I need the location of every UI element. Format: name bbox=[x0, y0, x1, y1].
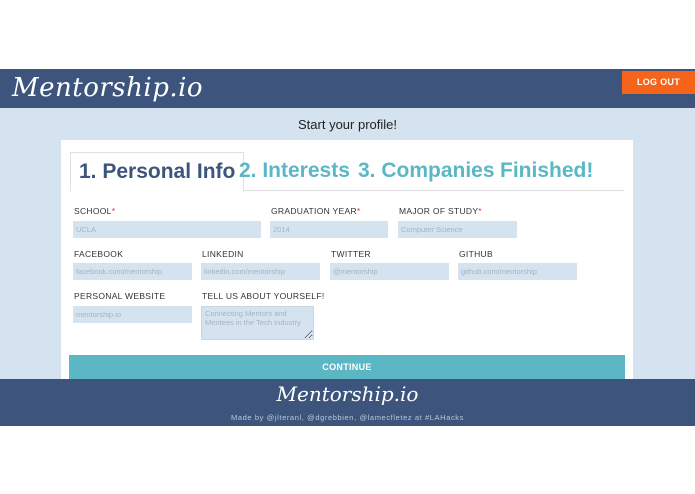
github-input[interactable] bbox=[458, 263, 577, 280]
footer-logo: Mentorship.io bbox=[276, 382, 419, 406]
facebook-input[interactable] bbox=[73, 263, 192, 280]
school-input[interactable] bbox=[73, 221, 261, 238]
major-label: MAJOR OF STUDY* bbox=[399, 206, 482, 216]
required-marker: * bbox=[111, 206, 116, 216]
tab-finished[interactable]: Finished! bbox=[500, 152, 593, 190]
about-textarea[interactable] bbox=[201, 306, 314, 340]
school-label: SCHOOL* bbox=[74, 206, 116, 216]
tab-personal-info[interactable]: 1. Personal Info bbox=[70, 152, 245, 192]
twitter-label: TWITTER bbox=[331, 249, 371, 259]
twitter-input[interactable] bbox=[330, 263, 449, 280]
linkedin-input[interactable] bbox=[201, 263, 320, 280]
about-label: TELL US ABOUT YOURSELF! bbox=[202, 291, 325, 301]
tab-companies[interactable]: 3. Companies bbox=[358, 152, 495, 190]
required-marker: * bbox=[478, 206, 482, 216]
facebook-label: FACEBOOK bbox=[74, 249, 124, 259]
website-label: PERSONAL WEBSITE bbox=[74, 291, 166, 301]
logo[interactable]: Mentorship.io bbox=[12, 69, 203, 108]
step-tabs: 1. Personal Info 2. Interests 3. Compani… bbox=[70, 152, 624, 192]
graduation-year-label: GRADUATION YEAR* bbox=[271, 206, 361, 216]
major-input[interactable] bbox=[398, 221, 517, 238]
graduation-year-input[interactable] bbox=[270, 221, 388, 238]
required-marker: * bbox=[356, 206, 361, 216]
footer-credits: Made by @jlteranl, @dgrebbien, @lamecfle… bbox=[230, 413, 465, 422]
linkedin-label: LINKEDIN bbox=[202, 249, 244, 259]
website-input[interactable] bbox=[73, 306, 192, 323]
logout-button[interactable]: LOG OUT bbox=[622, 71, 695, 94]
page-title: Start your profile! bbox=[298, 117, 397, 132]
continue-button[interactable]: CONTINUE bbox=[69, 355, 625, 379]
tab-interests[interactable]: 2. Interests bbox=[239, 152, 350, 190]
header-bar: Mentorship.io bbox=[0, 69, 695, 108]
github-label: GITHUB bbox=[459, 249, 493, 259]
